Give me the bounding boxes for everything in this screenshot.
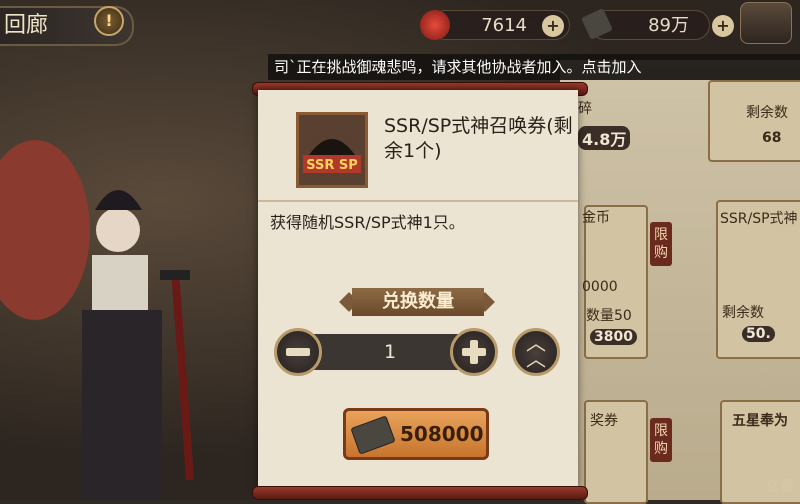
card-value: 68 xyxy=(762,130,782,146)
plus-icon-vertical xyxy=(470,340,478,364)
card-count: 剩余数 xyxy=(722,305,764,321)
ticket-label: SSR SP xyxy=(306,158,358,173)
shop-card-1[interactable]: 剩余数 68 xyxy=(708,80,800,162)
currency-1-value: 7614 xyxy=(481,15,527,36)
alert-icon[interactable]: ! xyxy=(94,6,124,36)
shop-card-3[interactable]: SSR/SP式神 剩余数 50. xyxy=(716,200,800,359)
currency-2-value: 89万 xyxy=(648,15,689,36)
shop-card-2[interactable]: 金币 0000 数量50 3800 xyxy=(582,205,648,359)
shop-card-4[interactable]: 奖券 xyxy=(584,400,648,504)
back-button[interactable] xyxy=(740,2,792,44)
limit-tag-2: 限购 xyxy=(650,418,672,462)
notice-banner[interactable]: 司`正在挑战御魂悲鸣，请求其他协战者加入。点击加入 xyxy=(268,54,800,80)
item-description: 获得随机SSR/SP式神1只。 xyxy=(270,213,465,232)
decrease-button[interactable] xyxy=(274,328,322,376)
card-fragment-label: 碎 xyxy=(578,101,592,117)
max-quantity-button[interactable]: ︿ ︿ xyxy=(512,328,560,376)
limit-tag: 限购 xyxy=(650,222,672,266)
card-val: 0000 xyxy=(582,279,618,295)
watermark-logo: 亿番 xyxy=(766,479,794,495)
item-name: SSR/SP式神召唤券(剩余1个) xyxy=(384,115,573,162)
minus-icon xyxy=(286,348,310,356)
card-title: SSR/SP式神 xyxy=(720,211,798,227)
ticket-icon xyxy=(350,415,396,455)
double-chevron-up-icon: ︿ ︿ xyxy=(526,331,546,371)
exchange-button[interactable]: 508000 xyxy=(343,408,489,460)
quantity-label: 兑换数量 xyxy=(352,288,484,316)
scroll-rod-bottom xyxy=(252,486,588,500)
character-illustration xyxy=(0,140,194,500)
top-bar: 回廊 ! 7614 + 89万 + xyxy=(0,0,800,52)
card-price: 3800 xyxy=(590,329,637,345)
increase-button[interactable] xyxy=(450,328,498,376)
card-label: 剩余数 xyxy=(746,105,788,121)
card-price: 50. xyxy=(742,326,775,342)
add-currency-1-button[interactable]: + xyxy=(542,15,564,37)
card-title: 金币 xyxy=(582,210,610,226)
item-icon: SSR SP xyxy=(296,112,368,188)
price-value: 508000 xyxy=(400,422,484,446)
add-currency-2-button[interactable]: + xyxy=(712,15,734,37)
card-title: 奖券 xyxy=(590,413,618,429)
ssr-sp-ticket-icon: SSR SP xyxy=(299,115,365,185)
card-fragment-price: 4.8万 xyxy=(578,126,631,150)
divider xyxy=(258,200,578,202)
card-count: 数量50 xyxy=(586,308,632,324)
spirit-icon xyxy=(420,10,450,40)
card-title: 五星奉为 xyxy=(732,413,788,429)
